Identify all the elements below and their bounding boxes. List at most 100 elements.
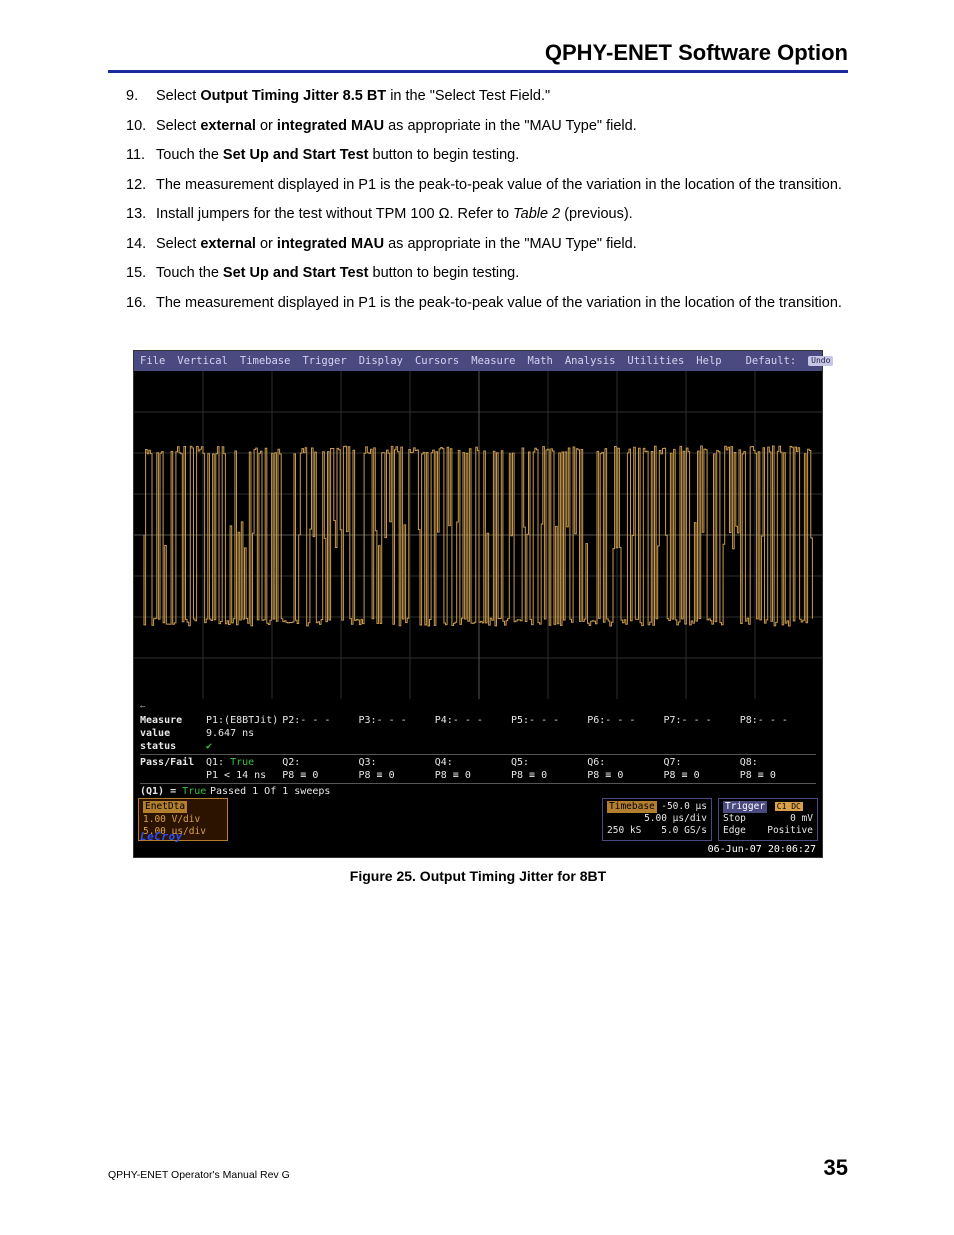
- step-text: Table 2: [513, 206, 560, 222]
- timebase-panel: Timebase -50.0 µs 5.00 µs/div 250 kS 5.0…: [602, 798, 712, 841]
- measure-cell: 9.647 ns: [206, 727, 282, 740]
- measure-cell: [511, 727, 587, 740]
- step-number: 15.: [126, 264, 152, 284]
- passfail-cell: P8 ≡ 0: [664, 769, 740, 782]
- measure-cell: [511, 740, 587, 753]
- brand-logo: LeCroy: [140, 830, 183, 843]
- passfail-cell: P8 ≡ 0: [740, 769, 816, 782]
- measure-cell: P2:- - -: [282, 714, 358, 727]
- step-text: as appropriate in the "MAU Type" field.: [384, 118, 637, 134]
- step-item: 10.Select external or integrated MAU as …: [126, 117, 848, 137]
- menu-help[interactable]: Help: [696, 355, 721, 367]
- menu-vertical[interactable]: Vertical: [177, 355, 228, 367]
- menu-file[interactable]: File: [140, 355, 165, 367]
- measure-cell: P7:- - -: [664, 714, 740, 727]
- figure-wrap: File Vertical Timebase Trigger Display Cursor…: [108, 350, 848, 884]
- passfail-cell: Q8:: [740, 756, 816, 769]
- measure-cell: P8:- - -: [740, 714, 816, 727]
- step-item: 9.Select Output Timing Jitter 8.5 BT in …: [126, 87, 848, 107]
- menu-utilities[interactable]: Utilities: [627, 355, 684, 367]
- step-number: 14.: [126, 235, 152, 255]
- measure-cell: P4:- - -: [435, 714, 511, 727]
- passfail-cell: P8 ≡ 0: [359, 769, 435, 782]
- step-text: integrated MAU: [277, 118, 384, 134]
- waveform-svg: [134, 371, 822, 699]
- measure-cell: [664, 727, 740, 740]
- undo-button[interactable]: Undo: [808, 356, 833, 366]
- step-text: Touch the: [156, 147, 223, 163]
- passfail-cell: Q7:: [664, 756, 740, 769]
- step-text: Touch the: [156, 265, 223, 281]
- step-text: Set Up and Start Test: [223, 265, 369, 281]
- step-number: 16.: [126, 294, 152, 314]
- menu-measure[interactable]: Measure: [471, 355, 515, 367]
- step-number: 13.: [126, 205, 152, 225]
- measure-cell: P5:- - -: [511, 714, 587, 727]
- passfail-cell: Q3:: [359, 756, 435, 769]
- oscilloscope-screenshot: File Vertical Timebase Trigger Display Cursor…: [133, 350, 823, 858]
- scope-timestamp: 06-Jun-07 20:06:27: [134, 843, 822, 856]
- scope-menubar: File Vertical Timebase Trigger Display Cursor…: [134, 351, 822, 371]
- step-text: button to begin testing.: [368, 147, 519, 163]
- trigger-badges: C1 DC: [775, 802, 803, 811]
- passfail-cell: P8 ≡ 0: [435, 769, 511, 782]
- numbered-steps: 9.Select Output Timing Jitter 8.5 BT in …: [126, 87, 848, 314]
- timebase-rec: 250 kS: [607, 825, 641, 836]
- step-text: or: [256, 118, 277, 134]
- timebase-label: Timebase: [607, 801, 657, 813]
- step-number: 11.: [126, 146, 152, 166]
- measure-cell: [435, 727, 511, 740]
- trigger-label: Trigger: [723, 801, 767, 813]
- step-text: in the "Select Test Field.": [386, 88, 550, 104]
- passfail-cell: P8 ≡ 0: [282, 769, 358, 782]
- step-text: The measurement displayed in P1 is the p…: [156, 295, 842, 311]
- step-text: Select: [156, 88, 200, 104]
- header-rule: [108, 70, 848, 73]
- menu-trigger[interactable]: Trigger: [302, 355, 346, 367]
- step-text: integrated MAU: [277, 236, 384, 252]
- trigger-level: 0 mV: [790, 813, 813, 825]
- measure-cell: [359, 727, 435, 740]
- channel-vdiv: 1.00 V/div: [143, 814, 200, 825]
- passfail-cell: Q5:: [511, 756, 587, 769]
- menu-analysis[interactable]: Analysis: [565, 355, 616, 367]
- step-item: 14. Select external or integrated MAU as…: [126, 235, 848, 255]
- step-text: Output Timing Jitter 8.5 BT: [200, 88, 386, 104]
- step-item: 13.Install jumpers for the test without …: [126, 205, 848, 225]
- measure-cell: [664, 740, 740, 753]
- step-text: Select: [156, 236, 200, 252]
- page-number: 35: [824, 1155, 848, 1181]
- measure-cell: [587, 727, 663, 740]
- menu-math[interactable]: Math: [528, 355, 553, 367]
- step-item: 11.Touch the Set Up and Start Test butto…: [126, 146, 848, 166]
- measurement-readout: ← MeasureP1:(E8BTJit)P2:- - -P3:- - -P4:…: [134, 699, 822, 798]
- step-number: 9.: [126, 87, 152, 107]
- step-item: 16.The measurement displayed in P1 is th…: [126, 294, 848, 314]
- passfail-cell: P8 ≡ 0: [511, 769, 587, 782]
- passfail-cell: Q2:: [282, 756, 358, 769]
- trigger-pol: Positive: [767, 825, 813, 837]
- menu-cursors[interactable]: Cursors: [415, 355, 459, 367]
- passfail-cell: Q6:: [587, 756, 663, 769]
- menu-display[interactable]: Display: [359, 355, 403, 367]
- waveform-area: [134, 371, 822, 699]
- figure-caption: Figure 25. Output Timing Jitter for 8BT: [108, 868, 848, 884]
- step-text: as appropriate in the "MAU Type" field.: [384, 236, 637, 252]
- timebase-rate: 5.0 GS/s: [661, 825, 707, 837]
- measure-cell: [740, 727, 816, 740]
- sweep-text: Passed 1 Of 1 sweeps: [210, 785, 816, 798]
- step-text: external: [200, 236, 256, 252]
- footer-left: QPHY-ENET Operator's Manual Rev G: [108, 1169, 290, 1181]
- measure-cell: [587, 740, 663, 753]
- timebase-offset: -50.0 µs: [661, 801, 707, 813]
- step-text: Install jumpers for the test without TPM…: [156, 206, 513, 222]
- step-text: external: [200, 118, 256, 134]
- step-text: Select: [156, 118, 200, 134]
- measure-row-label: value: [140, 727, 206, 740]
- menu-timebase[interactable]: Timebase: [240, 355, 291, 367]
- trigger-panel: Trigger C1 DC Stop 0 mV Edge Positive: [718, 798, 818, 841]
- measure-cell: [435, 740, 511, 753]
- menu-default-label: Default:: [746, 355, 797, 367]
- passfail-cell: Q4:: [435, 756, 511, 769]
- step-number: 10.: [126, 117, 152, 137]
